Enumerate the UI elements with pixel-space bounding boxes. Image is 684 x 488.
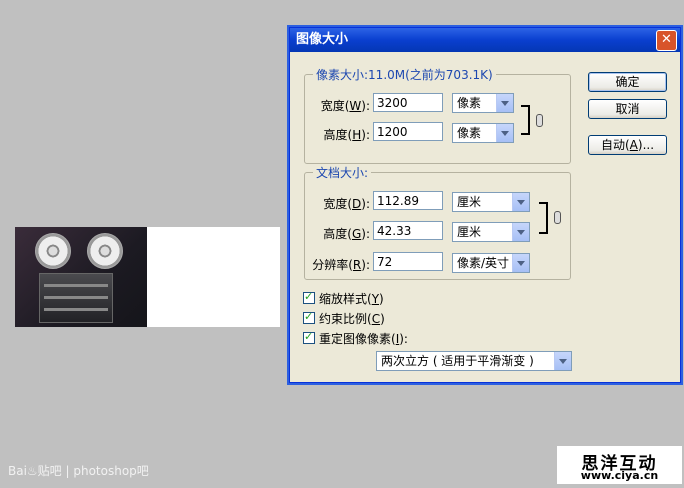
pixel-height-label: 高度(H): xyxy=(323,128,370,142)
chevron-down-icon xyxy=(512,254,529,272)
doc-width-input[interactable]: 112.89 xyxy=(373,191,443,210)
chevron-down-icon xyxy=(512,193,529,211)
resample-method-select[interactable]: 两次立方 ( 适用于平滑渐变 ) xyxy=(376,351,572,371)
dialog-titlebar[interactable]: 图像大小 xyxy=(290,28,680,52)
chevron-down-icon xyxy=(496,124,513,142)
scale-styles-label: 缩放样式(Y) xyxy=(319,292,384,306)
pixel-width-label: 宽度(W): xyxy=(320,99,370,113)
doc-constrain-bracket xyxy=(539,202,548,234)
constrain-bracket xyxy=(521,105,530,135)
link-icon xyxy=(554,211,561,224)
site-logo-url: www.ciya.cn xyxy=(580,469,659,482)
doc-width-unit-select[interactable]: 厘米 xyxy=(452,192,530,212)
document-canvas xyxy=(15,227,280,327)
resample-checkbox[interactable] xyxy=(303,330,315,344)
site-logo: 思洋互动 www.ciya.cn xyxy=(557,446,682,484)
doc-height-input[interactable]: 42.33 xyxy=(373,221,443,240)
pixel-width-input[interactable]: 3200 xyxy=(373,93,443,112)
auto-button[interactable]: 自动(A)... xyxy=(588,135,667,155)
pixel-dimensions-legend: 像素大小:11.0M(之前为703.1K) xyxy=(316,68,493,82)
close-icon[interactable]: ✕ xyxy=(656,30,677,51)
resolution-label: 分辨率(R): xyxy=(312,258,370,272)
tape-recorder-photo xyxy=(15,227,147,327)
doc-height-label: 高度(G): xyxy=(323,227,370,241)
pixel-width-unit-select[interactable]: 像素 xyxy=(452,93,514,113)
link-icon xyxy=(536,114,543,127)
chevron-down-icon xyxy=(496,94,513,112)
ok-button[interactable]: 确定 xyxy=(588,72,667,92)
reel-left xyxy=(35,233,71,269)
constrain-proportions-checkbox[interactable] xyxy=(303,310,315,324)
resample-label: 重定图像像素(I): xyxy=(319,332,408,346)
chevron-down-icon xyxy=(554,352,571,370)
constrain-proportions-label: 约束比例(C) xyxy=(319,312,385,326)
pixel-dimensions-group: 像素大小:11.0M(之前为703.1K) xyxy=(304,66,571,164)
scale-styles-checkbox[interactable] xyxy=(303,290,315,304)
chevron-down-icon xyxy=(512,223,529,241)
document-size-legend: 文档大小: xyxy=(316,166,369,180)
dialog-title: 图像大小 xyxy=(296,32,349,47)
image-size-dialog: 图像大小 ✕ 像素大小:11.0M(之前为703.1K) 宽度(W): 3200… xyxy=(289,27,681,383)
cancel-button[interactable]: 取消 xyxy=(588,99,667,119)
baidu-watermark: Bai♨贴吧 | photoshop吧 xyxy=(8,464,149,478)
reel-right xyxy=(87,233,123,269)
resolution-unit-select[interactable]: 像素/英寸 xyxy=(452,253,530,273)
resolution-input[interactable]: 72 xyxy=(373,252,443,271)
pixel-height-unit-select[interactable]: 像素 xyxy=(452,123,514,143)
doc-width-label: 宽度(D): xyxy=(323,197,370,211)
deck-body xyxy=(39,273,113,323)
doc-height-unit-select[interactable]: 厘米 xyxy=(452,222,530,242)
pixel-height-input[interactable]: 1200 xyxy=(373,122,443,141)
